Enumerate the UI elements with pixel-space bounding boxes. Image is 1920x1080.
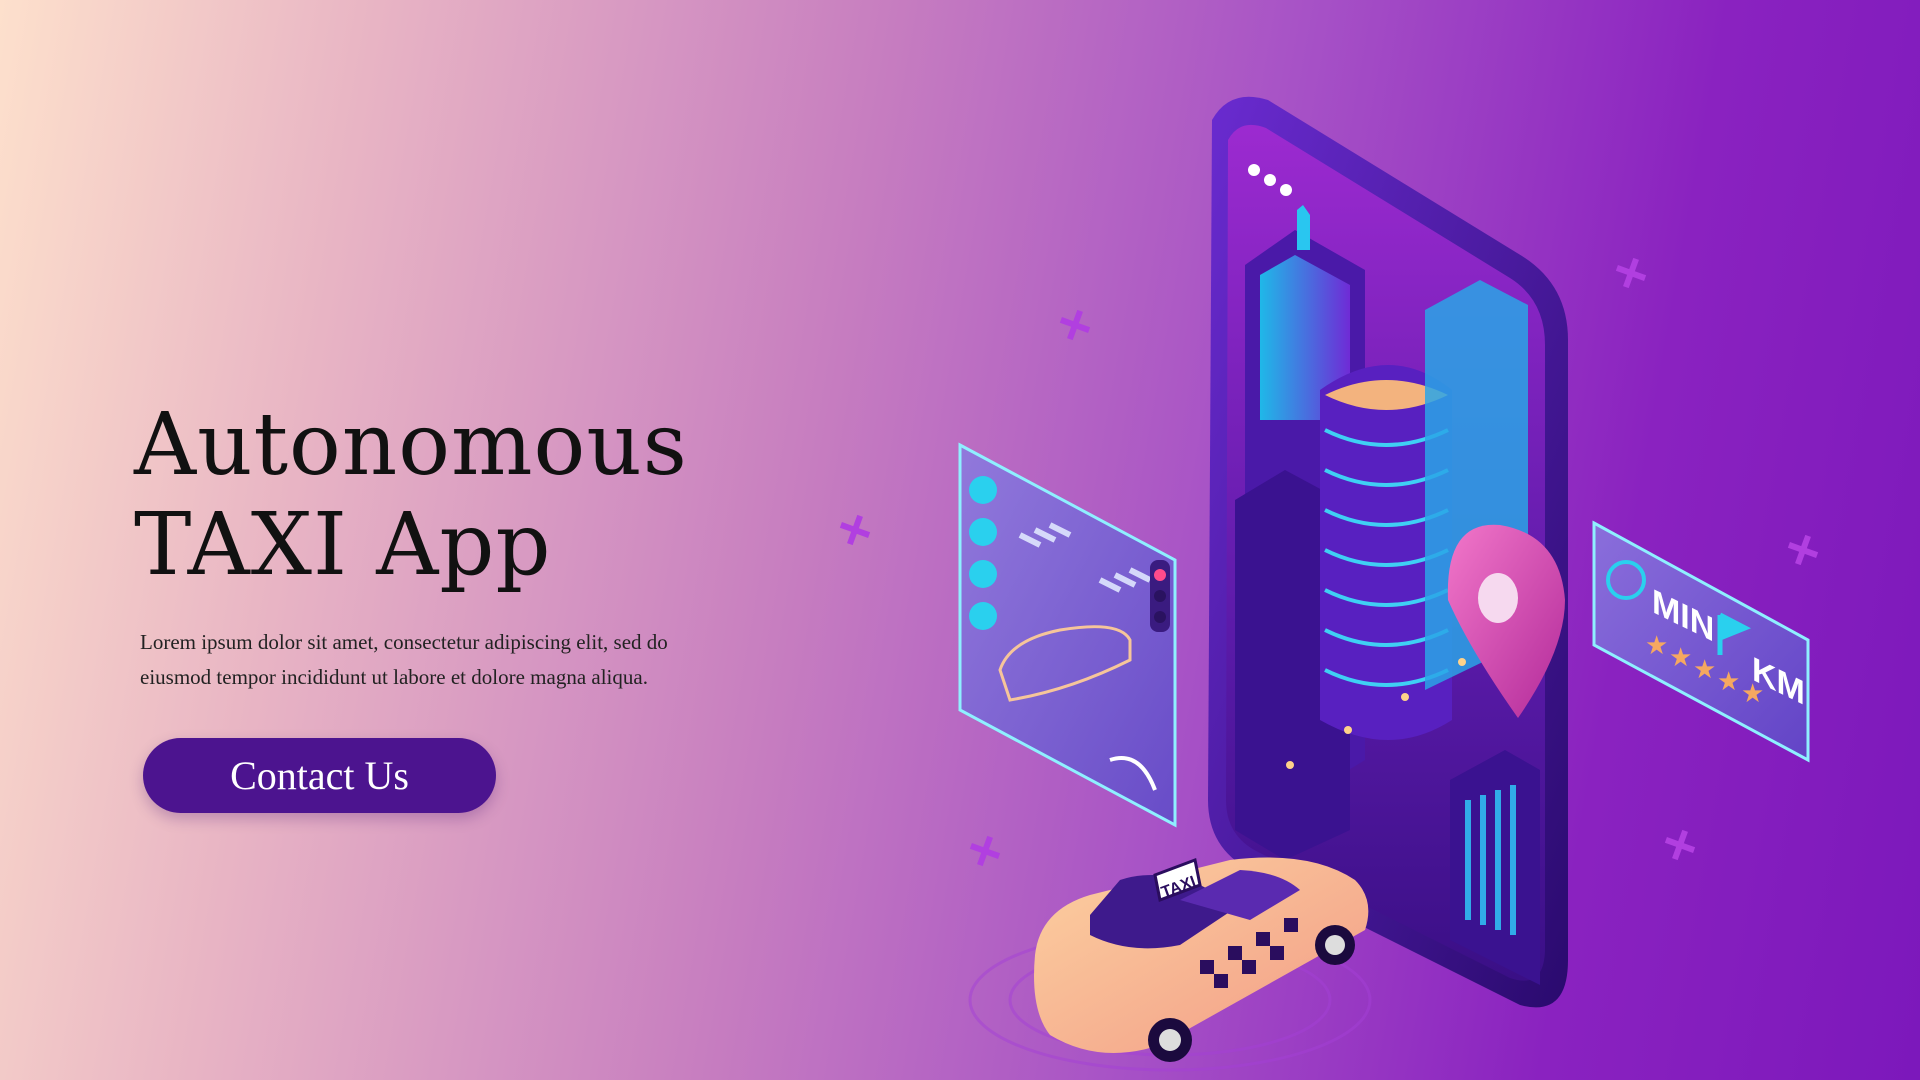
- taxi-car: TAXI: [968, 857, 1372, 1072]
- navigation-arrow-icon: [969, 476, 997, 504]
- taxi-app-illustration: MIN KM ★ ★ ★ ★ ★ TAXI: [839, 96, 1819, 1072]
- star-icon: ★: [1693, 655, 1716, 685]
- zoom-in-icon: [969, 560, 997, 588]
- star-icon: ★: [1717, 667, 1740, 697]
- star-icon: ★: [1645, 631, 1668, 661]
- location-pin-icon: [969, 518, 997, 546]
- trip-info-panel: MIN KM ★ ★ ★ ★ ★: [1592, 520, 1810, 763]
- traffic-light-icon: [1150, 560, 1170, 632]
- zoom-out-icon: [969, 602, 997, 630]
- star-icon: ★: [1741, 679, 1764, 709]
- star-icon: ★: [1669, 643, 1692, 673]
- navigation-panel: [958, 442, 1177, 828]
